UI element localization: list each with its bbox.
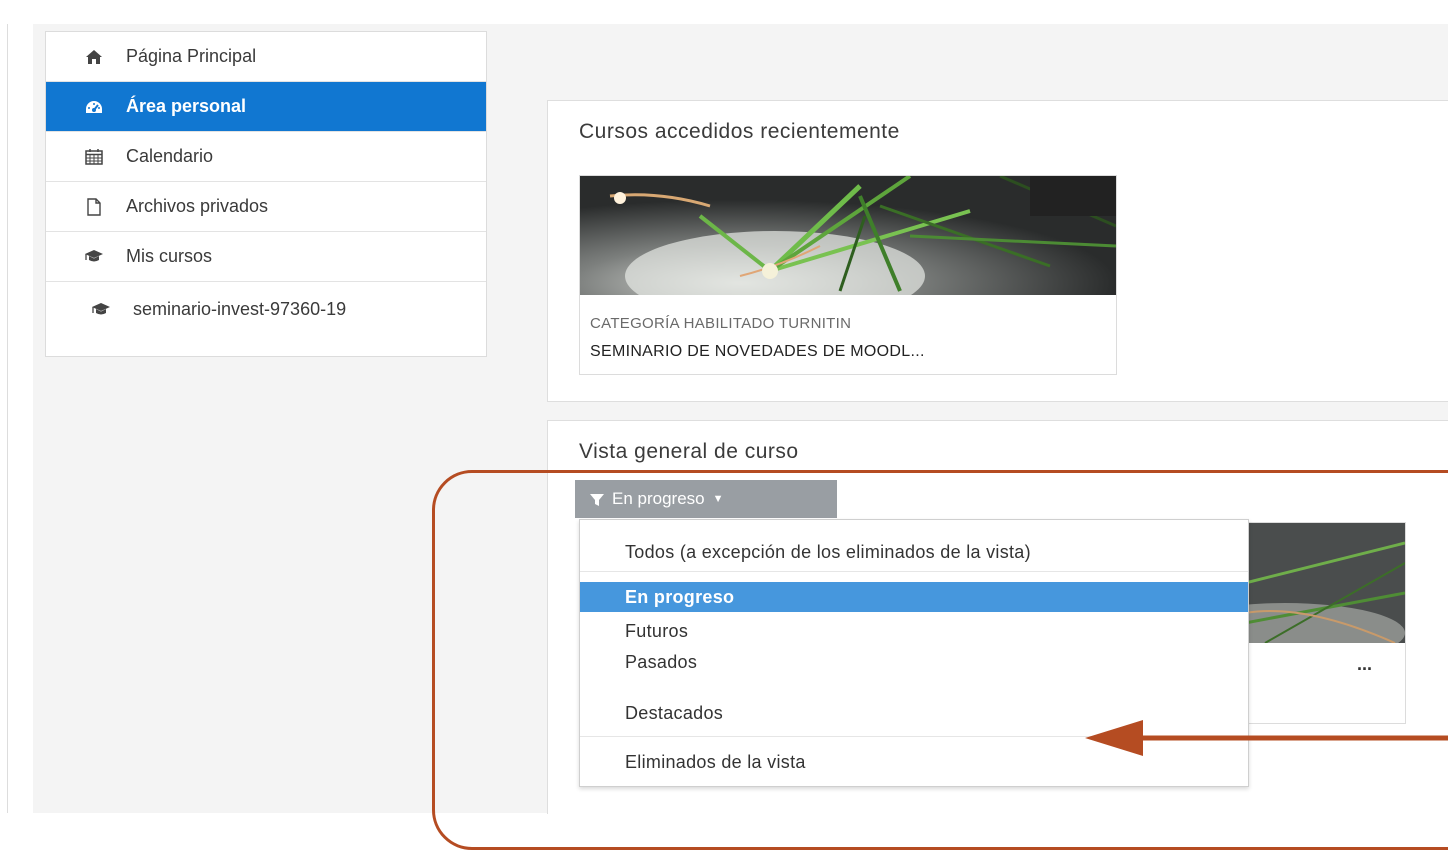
sidebar-item-label: seminario-invest-97360-19 <box>133 299 347 319</box>
course-name-link[interactable]: SEMINARIO DE NOVEDADES DE MOODL... <box>590 343 925 361</box>
sidebar-item-label: Página Principal <box>126 46 257 66</box>
sidebar-item-home[interactable]: Página Principal <box>46 32 486 82</box>
dashboard-icon <box>84 98 104 116</box>
filter-dropdown-button[interactable]: En progreso ▼ <box>575 480 837 518</box>
caret-down-icon: ▼ <box>712 493 724 505</box>
course-actions-menu-button[interactable]: ... <box>1357 654 1372 675</box>
filter-icon <box>590 492 604 506</box>
sidebar-item-label: Área personal <box>126 96 247 116</box>
graduation-cap-icon <box>84 248 104 266</box>
recent-courses-title: Cursos accedidos recientemente <box>579 120 900 143</box>
menu-item-future[interactable]: Futuros <box>580 616 1248 646</box>
filter-dropdown-label: En progreso <box>612 489 705 508</box>
sidebar-nav: Página Principal Área personal Calendari… <box>45 31 487 357</box>
sidebar-item-label: Archivos privados <box>126 196 269 216</box>
course-category: CATEGORÍA HABILITADO TURNITIN <box>590 315 852 332</box>
menu-item-past[interactable]: Pasados <box>580 647 1248 677</box>
overview-course-image[interactable] <box>1245 523 1405 643</box>
annotation-arrow-icon <box>1085 720 1448 756</box>
home-icon <box>84 48 104 66</box>
sidebar-item-my-courses[interactable]: Mis cursos <box>46 232 486 282</box>
sidebar-item-course[interactable]: seminario-invest-97360-19 <box>46 282 486 356</box>
left-border <box>7 24 8 813</box>
sidebar-item-private-files[interactable]: Archivos privados <box>46 182 486 232</box>
file-icon <box>84 197 104 216</box>
overview-course-card[interactable]: ... <box>1244 522 1406 724</box>
sidebar-item-calendar[interactable]: Calendario <box>46 132 486 182</box>
course-card[interactable]: CATEGORÍA HABILITADO TURNITIN SEMINARIO … <box>579 175 1117 375</box>
recent-courses-block: Cursos accedidos recientemente CATEGORÍA… <box>547 100 1448 402</box>
sidebar-item-label: Calendario <box>126 146 214 166</box>
menu-item-all[interactable]: Todos (a excepción de los eliminados de … <box>580 535 1248 569</box>
graduation-cap-icon <box>91 300 111 318</box>
menu-divider <box>580 571 1248 572</box>
sidebar-item-label: Mis cursos <box>126 246 213 266</box>
course-overview-title: Vista general de curso <box>579 440 799 463</box>
calendar-icon <box>84 148 104 166</box>
menu-item-in-progress[interactable]: En progreso <box>580 582 1248 612</box>
course-image[interactable] <box>580 176 1116 295</box>
sidebar-item-area-personal[interactable]: Área personal <box>46 82 486 132</box>
